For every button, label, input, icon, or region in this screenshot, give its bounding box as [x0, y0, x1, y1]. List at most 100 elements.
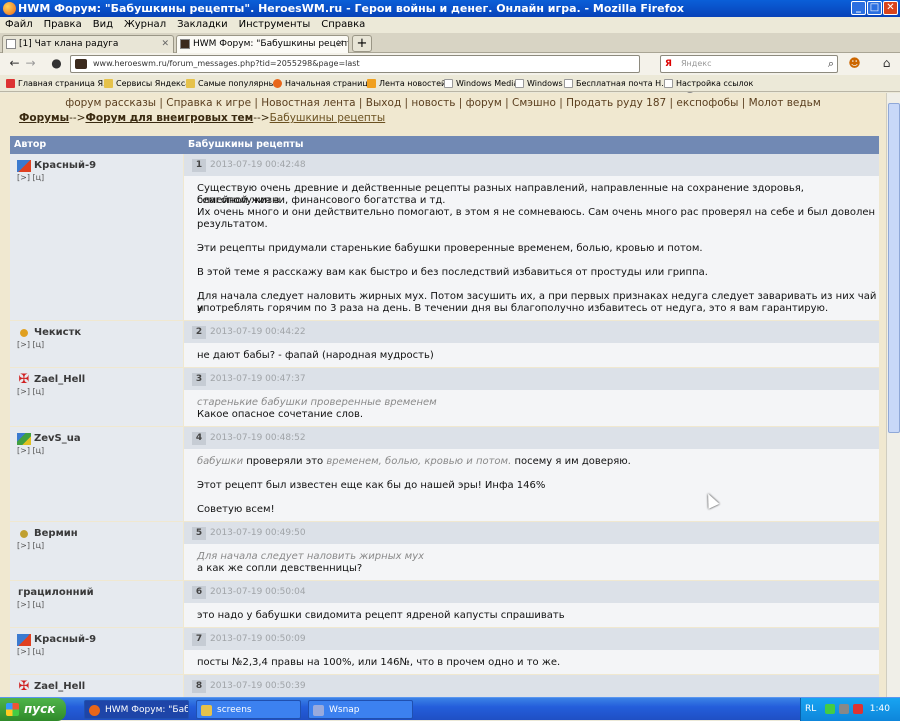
breadcrumb-topic[interactable]: Бабушкины рецепты — [270, 112, 386, 124]
bookmark-item[interactable]: Настройка ссылок — [664, 75, 753, 91]
task-label: HWM Форум: "Бабушк... — [105, 705, 188, 715]
post-number[interactable]: 4 — [192, 432, 206, 445]
author-links[interactable]: [>] [ц] — [17, 340, 44, 349]
maximize-button[interactable]: □ — [867, 1, 882, 15]
scrollbar-thumb[interactable] — [888, 103, 900, 433]
menu-history[interactable]: Журнал — [124, 19, 166, 30]
page-icon — [564, 79, 573, 88]
post-number[interactable]: 5 — [192, 527, 206, 540]
author-links[interactable]: [>] [ц] — [17, 647, 44, 656]
minimize-button[interactable]: _ — [851, 1, 866, 15]
menu-view[interactable]: Вид — [93, 19, 113, 30]
wsnap-icon — [313, 705, 324, 716]
new-tab-button[interactable]: + — [352, 35, 372, 52]
forward-icon[interactable]: → — [22, 56, 39, 72]
breadcrumb-separator: --> — [253, 112, 270, 124]
clan-icon[interactable] — [17, 327, 31, 339]
post-text: Какое опасное сочетание слов. — [197, 409, 364, 420]
close-button[interactable]: ✕ — [883, 1, 898, 15]
search-icon[interactable]: ⌕ — [828, 56, 834, 72]
forum-nav-links[interactable]: форум рассказы | Справка к игре | Новост… — [0, 97, 886, 109]
tab-close-icon[interactable]: ✕ — [336, 36, 344, 53]
menu-file[interactable]: Файл — [5, 19, 33, 30]
post-number[interactable]: 1 — [192, 159, 206, 172]
author-column-header: Автор — [14, 139, 47, 150]
search-bar[interactable]: Я Яндекс ⌕ — [660, 55, 838, 73]
tab-clan-chat[interactable]: [1] Чат клана радуга ✕ — [2, 35, 174, 53]
post-number[interactable]: 7 — [192, 633, 206, 646]
back-icon[interactable]: ← — [6, 56, 23, 72]
clan-icon[interactable] — [17, 528, 31, 540]
author-name[interactable]: Чекистк — [34, 327, 81, 338]
menu-bar: Файл Правка Вид Журнал Закладки Инструменты Сп… — [0, 17, 900, 33]
bookmark-item[interactable]: Windows — [515, 75, 563, 91]
tab-label: HWM Форум: "Бабушкины рецепты". Н... — [193, 39, 348, 49]
menu-help[interactable]: Справка — [321, 19, 365, 30]
tab-forum[interactable]: HWM Форум: "Бабушкины рецепты". Н... ✕ — [176, 35, 349, 53]
menu-tools[interactable]: Инструменты — [239, 19, 311, 30]
bookmark-label: Windows — [527, 79, 563, 88]
bookmark-item[interactable]: Сервисы Яндекса — [104, 75, 190, 91]
breadcrumb-forums[interactable]: Форумы — [19, 112, 69, 124]
quote-fragment: временем, болью, кровью и потом. — [326, 456, 512, 467]
tab-label: [1] Чат клана радуга — [19, 39, 119, 49]
clan-cross-icon[interactable]: ✠ — [17, 680, 31, 693]
author-links[interactable]: [>] [ц] — [17, 173, 44, 182]
author-name[interactable]: Вермин — [34, 528, 78, 539]
bookmark-label: Начальная страница — [285, 79, 373, 88]
tray-icon[interactable] — [839, 704, 849, 714]
vertical-scrollbar[interactable] — [886, 93, 900, 697]
author-name[interactable]: грацилонний — [18, 587, 94, 598]
author-name[interactable]: Красный-9 — [34, 160, 96, 171]
post-text: результатом. — [197, 219, 268, 230]
tab-close-icon[interactable]: ✕ — [161, 36, 169, 53]
post-quote: старенькие бабушки проверенные временем — [197, 397, 437, 408]
clan-icon[interactable] — [17, 160, 31, 172]
bookmark-item[interactable]: Главная страница Я... — [6, 75, 111, 91]
clock[interactable]: 1:40 — [870, 698, 890, 721]
post-number[interactable]: 2 — [192, 326, 206, 339]
menu-edit[interactable]: Правка — [44, 19, 82, 30]
taskbar-wsnap[interactable]: Wsnap — [308, 700, 413, 719]
clan-icon[interactable] — [17, 433, 31, 445]
post-row: Красный-9 [>] [ц] 1 2013-07-19 00:42:48 … — [10, 154, 879, 321]
taskbar-firefox[interactable]: HWM Форум: "Бабушк... — [84, 700, 189, 719]
bookmark-item[interactable]: Бесплатная почта Н... — [564, 75, 669, 91]
menu-bookmarks[interactable]: Закладки — [177, 19, 228, 30]
post-text: употреблять горячим по 3 раза на день. В… — [197, 303, 829, 314]
author-links[interactable]: [>] [ц] — [17, 600, 44, 609]
addon-icon[interactable]: ☻ — [846, 56, 863, 72]
author-links[interactable]: [>] [ц] — [17, 541, 44, 550]
site-identity-icon — [75, 59, 87, 69]
home-icon[interactable]: ⌂ — [878, 56, 895, 72]
post-number[interactable]: 8 — [192, 680, 206, 693]
author-links[interactable]: [>] [ц] — [17, 446, 44, 455]
author-name[interactable]: Zael_Hell — [34, 374, 85, 385]
post-quote: Для начала следует наловить жирных мух — [197, 551, 425, 562]
bookmark-item[interactable]: Windows Media — [444, 75, 518, 91]
url-bar[interactable]: www.heroeswm.ru/forum_messages.php?tid=2… — [70, 55, 696, 104]
yandex-icon — [6, 79, 15, 88]
bookmark-item[interactable]: Лента новостей — [367, 75, 446, 91]
post-number[interactable]: 3 — [192, 373, 206, 386]
site-icon — [180, 39, 190, 49]
breadcrumb-section[interactable]: Форум для внеигровых тем — [85, 112, 253, 124]
post-text: посты №2,3,4 правы на 100%, или 146№, чт… — [197, 657, 561, 668]
bookmark-item[interactable]: Начальная страница — [273, 75, 373, 91]
bookmark-label: Бесплатная почта Н... — [576, 79, 669, 88]
author-links[interactable]: [>] [ц] — [17, 387, 44, 396]
start-button[interactable]: пуск — [0, 698, 66, 721]
author-name[interactable]: ZevS_ua — [34, 433, 81, 444]
author-name[interactable]: Zael_Hell — [34, 681, 85, 692]
tray-icon[interactable] — [825, 704, 835, 714]
firefox-window: HWM Форум: "Бабушкины рецепты". HeroesWM… — [0, 0, 900, 721]
bookmark-item[interactable]: Самые популярные — [186, 75, 280, 91]
clan-icon[interactable] — [17, 634, 31, 646]
taskbar-folder[interactable]: screens — [196, 700, 301, 719]
reload-icon[interactable]: ● — [48, 56, 65, 72]
post-number[interactable]: 6 — [192, 586, 206, 599]
tray-icon[interactable] — [853, 704, 863, 714]
author-name[interactable]: Красный-9 — [34, 634, 96, 645]
language-indicator[interactable]: RL — [805, 698, 816, 721]
clan-cross-icon[interactable]: ✠ — [17, 373, 31, 386]
